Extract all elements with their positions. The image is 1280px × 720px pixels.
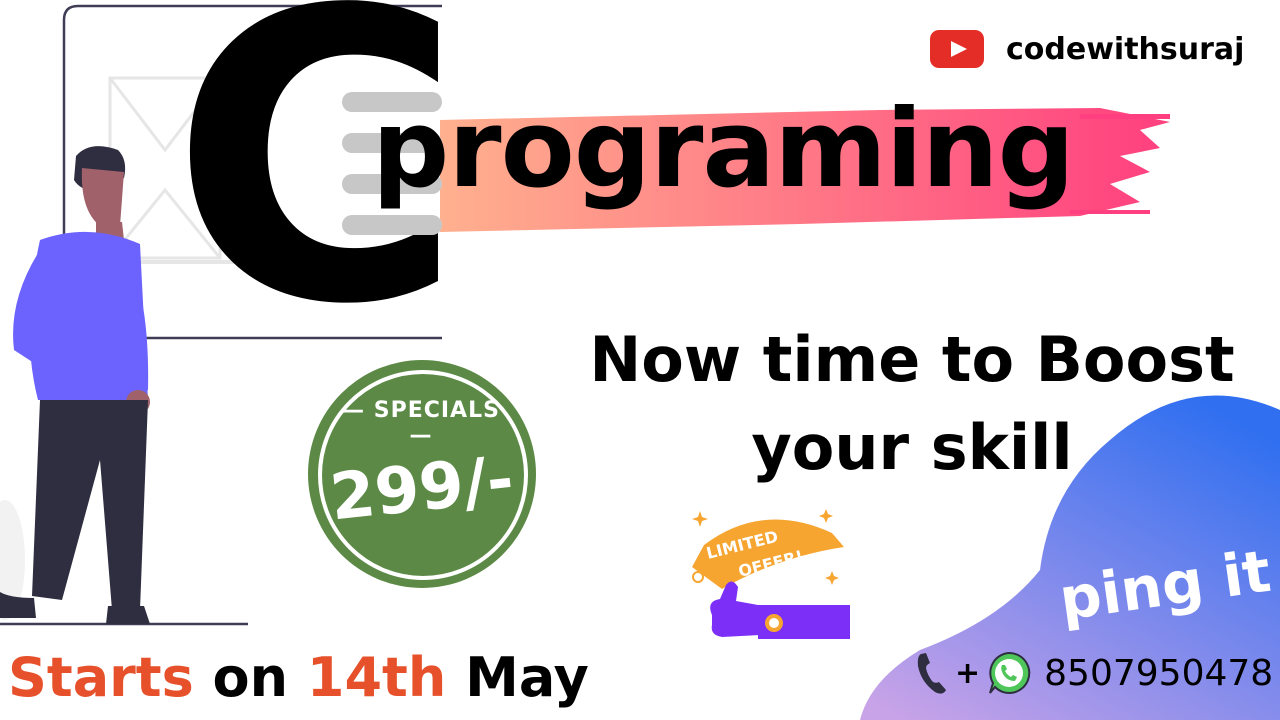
specials-text: SPECIALS bbox=[373, 398, 500, 423]
on-word: on bbox=[212, 646, 289, 709]
phone-icon bbox=[917, 653, 946, 694]
youtube-icon bbox=[930, 30, 984, 68]
channel-header: codewithsuraj bbox=[930, 30, 1244, 68]
whatsapp-icon bbox=[989, 651, 1031, 694]
start-date-line: Starts on 14th May bbox=[8, 646, 589, 709]
contact-row: + 8507950478 bbox=[915, 650, 1273, 696]
limited-offer-sticker: LIMITED OFFER! bbox=[692, 509, 850, 639]
specials-label: — SPECIALS — bbox=[342, 398, 500, 448]
phone-number: 8507950478 bbox=[1044, 652, 1274, 694]
plus-sign: + bbox=[955, 655, 981, 691]
channel-name: codewithsuraj bbox=[1006, 31, 1245, 67]
title-programing: programing bbox=[372, 87, 1075, 212]
starts-word: Starts bbox=[8, 646, 194, 709]
thumbs-up-hand-icon bbox=[710, 581, 850, 639]
start-month: May bbox=[465, 646, 589, 709]
start-date: 14th bbox=[306, 646, 447, 709]
